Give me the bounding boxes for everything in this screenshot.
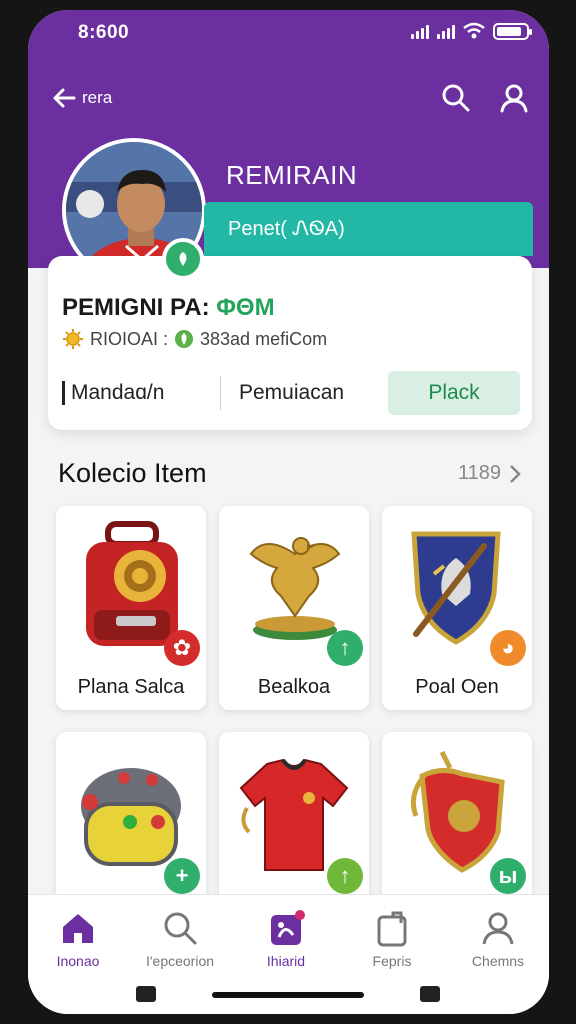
leaf-icon [179,252,187,266]
home-icon [63,914,93,943]
nav-label: Fepris [372,953,412,969]
back-button[interactable]: rera [50,84,112,112]
robot-helmet-icon [81,768,181,866]
item-badge: ы [490,858,526,894]
hardware-button-right [420,986,440,1002]
signal-icon-secondary [437,23,455,39]
card-title-highlight: ΦΘΜ [216,294,275,321]
hardware-button-left [136,986,156,1002]
item-badge: + [164,858,200,894]
nav-label: Inonao [56,953,100,969]
card-title: PEMIGNI PA: ΦΘΜ [62,294,275,322]
nav-label: Ihiarid [266,953,306,969]
section-count: 1189 [457,462,501,484]
verified-badge [162,238,204,280]
status-icons [411,22,532,40]
item-badge: ◕ [490,630,526,666]
nav-item-home[interactable]: Inonao [28,909,128,969]
item-badge-glyph: ◕ [501,635,515,660]
sun-icon [63,329,83,349]
section-title: Kolecio Item [58,458,207,488]
nav-item-profile[interactable]: Chemns [448,909,548,969]
chevron-right-icon [510,464,521,483]
profile-subtitle-pill: Penet( ᏁᏫA) [204,202,533,256]
collection-item[interactable]: ◕ Poal Oen [382,506,532,710]
backpack-icon [86,521,178,646]
back-arrow-icon [53,88,76,108]
collection-item[interactable]: ↑ [219,732,369,902]
profile-subtitle: Penet( ᏁᏫA) [228,217,345,240]
nav-label: Chemns [471,953,525,969]
user-icon [482,912,514,945]
item-badge-glyph: ы [498,863,518,888]
jersey-icon [239,758,349,871]
collection-item[interactable]: ✿ Plana Salca [56,506,206,710]
card-meta: RIOIOAI : 383ad mefiCom [62,328,327,350]
collection-item[interactable]: + [56,732,206,902]
profile-search-icon[interactable] [498,82,530,114]
section-count-link[interactable]: 1189 [458,462,521,485]
meta-left: RIOIOAI : [90,328,169,349]
leaf-meta-icon [175,330,194,348]
card-actions: Mandaɑ/n Pemuiacan Plack [62,370,520,416]
back-label: rera [82,88,113,107]
home-indicator[interactable] [212,992,364,998]
meta-right: 383ad mefiCom [200,328,328,349]
phone-screen: 8:600 rera REMIRAIN Penet(ᏁᏫA) PEMIGNI … [28,10,549,1014]
item-badge: ✿ [164,630,200,666]
item-badge-glyph: ↑ [339,635,351,660]
item-badge: ↑ [327,858,363,894]
wifi-icon [463,22,485,39]
bag-icon [377,911,407,947]
nav-label: I'epceorion [145,953,215,969]
nav-item-shop[interactable]: Fepris [342,909,442,969]
item-badge-glyph: + [175,863,189,888]
item-badge-glyph: ↑ [339,863,351,888]
battery-icon [493,22,532,40]
nav-item-explore[interactable]: I'epceorion [130,909,230,969]
item-badge: ↑ [327,630,363,666]
shield-icon [411,531,501,645]
inventory-icon [271,910,305,945]
item-label: Poal Oen [415,676,499,698]
item-label: Plana Salca [77,676,185,698]
search-icon [164,912,197,945]
tab-mandaan[interactable]: Mandaɑ/n [62,381,220,405]
status-bar: 8:600 [28,10,549,56]
item-badge-glyph: ✿ [172,635,192,660]
badge-shield-icon [410,750,505,873]
item-label: Bealkoa [257,676,331,698]
signal-icon [411,23,429,39]
card-title-text: PEMIGNI PA: [62,294,210,321]
status-time: 8:600 [78,22,130,43]
collection-item[interactable]: ы [382,732,532,902]
profile-name: REMIRAIN [226,160,358,190]
play-button[interactable]: Plack [388,371,520,415]
nav-item-inventory[interactable]: Ihiarid [236,909,336,969]
profile-card: PEMIGNI PA: ΦΘΜ RIOIOAI : 383ad mefiCom … [48,256,532,430]
search-icon[interactable] [440,82,472,114]
collection-item[interactable]: ↑ Bealkoa [219,506,369,710]
tab-pemuiacan[interactable]: Pemuiacan [221,381,381,405]
top-bar: rera [28,80,549,120]
eagle-statue-icon [249,537,341,640]
